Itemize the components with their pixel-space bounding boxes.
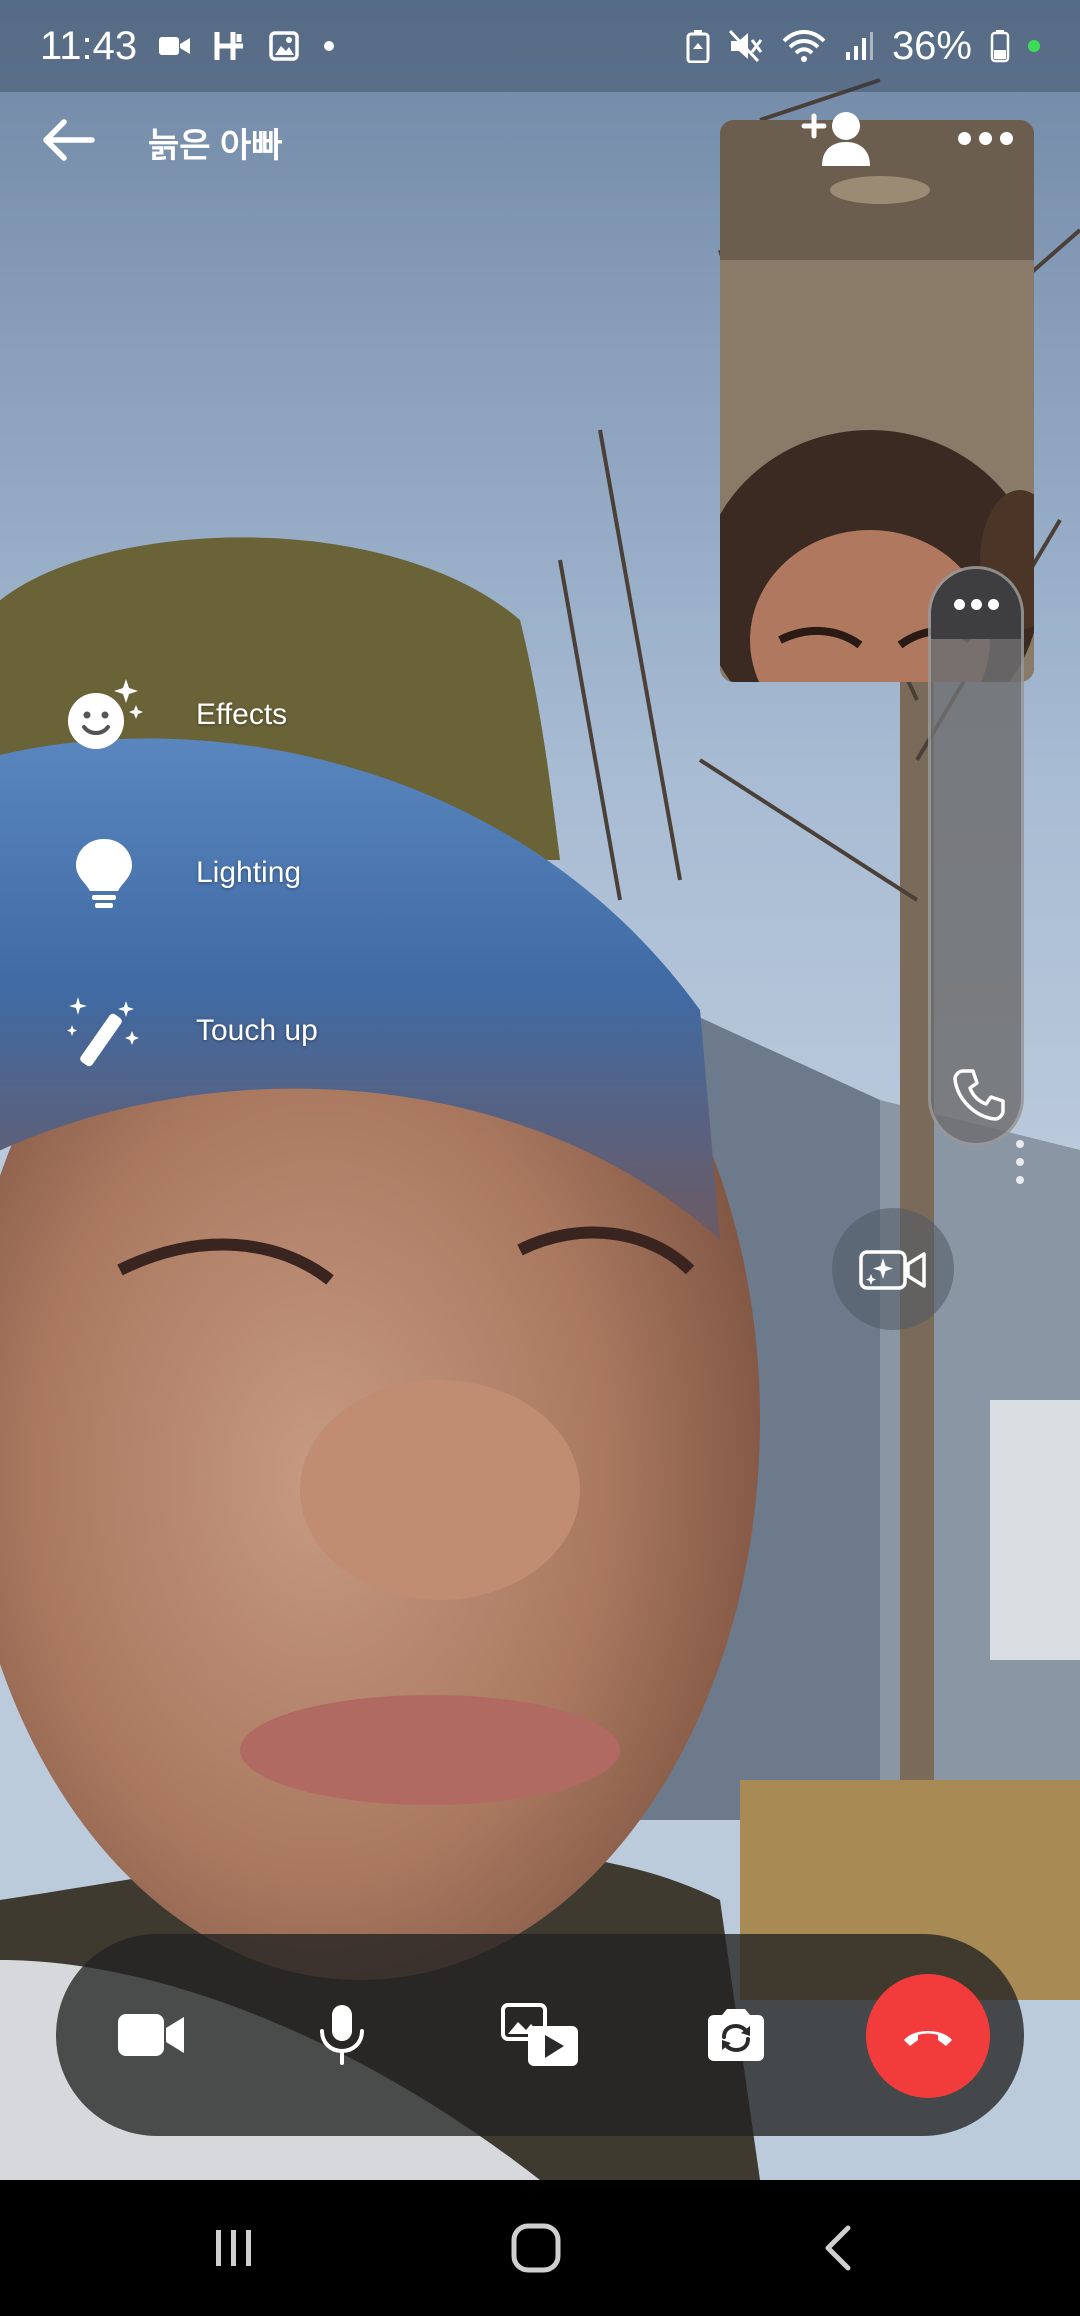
- microphone-button[interactable]: [282, 1975, 402, 2095]
- arrow-left-icon: [43, 119, 95, 161]
- effects-option[interactable]: Effects: [64, 665, 287, 765]
- status-time: 11:43: [40, 23, 138, 68]
- h-icon: [213, 30, 247, 62]
- wifi-icon: [782, 29, 826, 63]
- more-options-button[interactable]: [950, 118, 1020, 158]
- back-button[interactable]: [40, 112, 100, 168]
- handle-dot: [1016, 1176, 1024, 1184]
- flip-camera-button[interactable]: [676, 1975, 796, 2095]
- battery-saver-icon: [686, 29, 710, 63]
- camera-icon: [118, 2014, 184, 2056]
- floating-call-pill[interactable]: [928, 566, 1024, 1146]
- camera-toggle-button[interactable]: [92, 1975, 212, 2095]
- dot-icon: [321, 38, 337, 54]
- flip-camera-icon: [708, 2009, 764, 2061]
- more-dot: [970, 598, 982, 610]
- microphone-icon: [320, 2005, 364, 2065]
- pill-drag-handle[interactable]: [1015, 1140, 1025, 1184]
- recent-apps-icon: [216, 2230, 251, 2266]
- recent-apps-button[interactable]: [184, 2208, 284, 2288]
- more-icon: [953, 598, 965, 610]
- phone-icon[interactable]: [949, 1065, 1009, 1125]
- video-record-icon: [159, 33, 191, 59]
- gallery-icon: [269, 31, 299, 61]
- smiley-sparkle-icon: [64, 675, 144, 755]
- end-call-icon: [904, 2031, 952, 2046]
- more-options-icon: [957, 131, 971, 145]
- add-person-button[interactable]: [800, 108, 874, 172]
- lighting-option[interactable]: Lighting: [64, 823, 301, 923]
- call-title: 늙은 아빠: [148, 127, 283, 165]
- magic-wand-icon: [64, 991, 144, 1071]
- status-bar: 11:43 36%: [0, 0, 1080, 92]
- handle-dot: [1016, 1140, 1024, 1148]
- home-icon: [511, 2223, 561, 2273]
- back-icon: [825, 2225, 851, 2271]
- mute-icon: [728, 29, 764, 63]
- camera-effects-button[interactable]: [832, 1208, 954, 1330]
- handle-dot: [1016, 1158, 1024, 1166]
- more-dot: [999, 131, 1013, 145]
- share-media-icon: [501, 2003, 578, 2066]
- more-dot: [987, 598, 999, 610]
- effects-label: Effects: [196, 698, 288, 731]
- touch-up-label: Touch up: [196, 1014, 318, 1047]
- touch-up-option[interactable]: Touch up: [64, 981, 318, 1081]
- home-button[interactable]: [486, 2208, 586, 2288]
- nav-back-button[interactable]: [788, 2208, 888, 2288]
- end-call-button[interactable]: [866, 1974, 990, 2098]
- lighting-label: Lighting: [196, 856, 302, 889]
- add-person-icon: [801, 112, 870, 166]
- more-dot: [978, 131, 992, 145]
- battery-icon: [990, 29, 1010, 63]
- battery-status-dot: [1028, 40, 1040, 52]
- share-media-button[interactable]: [480, 1975, 600, 2095]
- system-nav-bar: [0, 2180, 1080, 2316]
- signal-icon: [844, 30, 874, 62]
- battery-percent: 36%: [891, 23, 972, 68]
- pill-more-button[interactable]: [931, 569, 1021, 639]
- lightbulb-icon: [64, 833, 144, 913]
- camera-sparkle-icon: [859, 1250, 926, 1290]
